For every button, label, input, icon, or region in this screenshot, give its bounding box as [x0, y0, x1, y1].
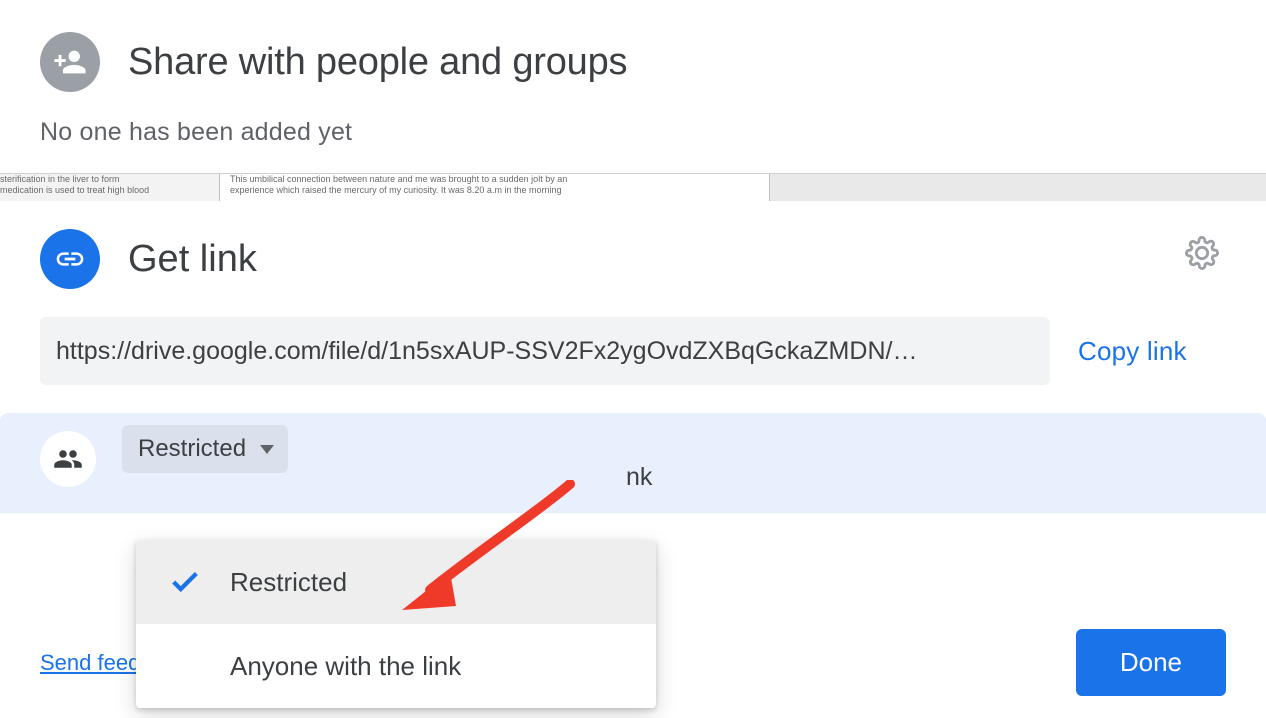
document-background-peek: sterification in the liver to form medic…	[0, 173, 1266, 201]
link-access-selected: Restricted	[138, 435, 246, 463]
link-url-row: https://drive.google.com/file/d/1n5sxAUP…	[40, 317, 1226, 385]
send-feedback-link[interactable]: Send feed	[40, 650, 140, 676]
doc-bg-text: This umbilical connection between nature…	[230, 174, 769, 185]
gear-icon	[1185, 236, 1219, 270]
link-icon	[40, 229, 100, 289]
doc-bg-text: medication is used to treat high blood	[0, 185, 219, 196]
share-header: Share with people and groups	[40, 32, 1226, 92]
person-add-icon	[40, 32, 100, 92]
share-title: Share with people and groups	[128, 41, 627, 84]
truncated-hint-text: nk	[626, 463, 652, 492]
share-subtitle: No one has been added yet	[40, 118, 1226, 147]
share-link-url[interactable]: https://drive.google.com/file/d/1n5sxAUP…	[40, 317, 1050, 385]
doc-bg-text: experience which raised the mercury of m…	[230, 185, 769, 196]
done-button[interactable]: Done	[1076, 629, 1226, 696]
chevron-down-icon	[260, 445, 274, 454]
menu-option-label: Restricted	[230, 567, 347, 598]
link-access-menu: Restricted Anyone with the link	[136, 540, 656, 708]
menu-option-label: Anyone with the link	[230, 651, 461, 682]
copy-link-button[interactable]: Copy link	[1078, 336, 1187, 367]
link-access-bar: Restricted nk	[0, 413, 1266, 513]
settings-button[interactable]	[1180, 231, 1224, 275]
get-link-title: Get link	[128, 238, 257, 281]
people-icon	[40, 431, 96, 487]
get-link-panel: Get link https://drive.google.com/file/d…	[0, 201, 1266, 513]
get-link-header: Get link	[40, 229, 1226, 289]
link-access-dropdown[interactable]: Restricted	[122, 425, 288, 473]
check-icon	[166, 565, 204, 599]
menu-option-anyone[interactable]: Anyone with the link	[136, 624, 656, 708]
share-panel: Share with people and groups No one has …	[0, 0, 1266, 173]
doc-bg-text: sterification in the liver to form	[0, 174, 219, 185]
check-icon	[166, 649, 204, 683]
menu-option-restricted[interactable]: Restricted	[136, 540, 656, 624]
